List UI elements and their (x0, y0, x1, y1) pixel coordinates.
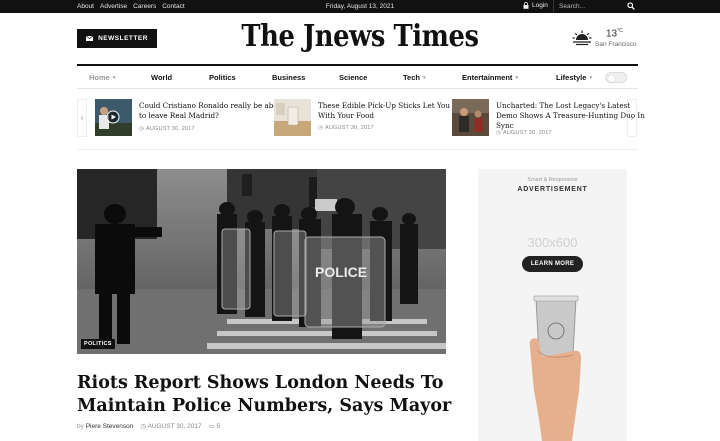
sunset-weather-icon (572, 30, 592, 46)
carousel-prev-button[interactable]: ‹ (77, 99, 87, 137)
nav-label: Lifestyle (556, 73, 587, 82)
nav-label: Science (339, 73, 368, 82)
hero-byline: by Piere Stevenson ◷ AUGUST 30, 2017 ▭ 5 (77, 422, 221, 431)
clock-icon: ◷ (140, 423, 147, 430)
carousel-item-title[interactable]: Uncharted: The Lost Legacy's Latest Demo… (496, 101, 646, 131)
comments-link[interactable]: ▭ 5 (209, 422, 221, 430)
comment-icon: ▭ (208, 423, 215, 430)
hero-date: AUGUST 30, 2017 (147, 423, 202, 430)
top-bar: About Advertise Careers Contact Friday, … (0, 0, 720, 13)
comment-count: 5 (216, 423, 221, 430)
login-label: Login (532, 2, 548, 9)
main-nav: Home ▾ World Politics Business Science Te… (77, 64, 638, 89)
carousel-item-meta: ◷ AUGUST 30, 2017 (318, 125, 374, 131)
toggle-knob (608, 74, 615, 82)
nav-item-home[interactable]: Home ▾ (89, 73, 115, 82)
carousel-item-date: AUGUST 30, 2017 (325, 125, 374, 131)
carousel-item-date: AUGUST 30, 2017 (503, 130, 552, 136)
chevron-down-icon: ▾ (422, 74, 426, 81)
search-icon[interactable] (627, 2, 635, 10)
nav-label: Tech (403, 73, 420, 82)
carousel-item-meta: ◷ AUGUST 30, 2017 (496, 130, 552, 136)
nav-item-lifestyle[interactable]: Lifestyle ▾ (556, 73, 592, 82)
login-link[interactable]: Login (523, 2, 548, 9)
section-divider (77, 149, 638, 150)
chevron-left-icon: ‹ (80, 114, 84, 122)
search-placeholder: Search... (559, 3, 586, 10)
clock-icon: ◷ (318, 125, 323, 131)
search-input[interactable]: Search... (558, 1, 638, 12)
byline-prefix: by (77, 422, 84, 430)
weather-city: San Francisco (595, 41, 637, 48)
carousel-thumbnail[interactable] (95, 99, 132, 136)
carousel-item-title[interactable]: These Edible Pick-Up Sticks Let You Play… (318, 101, 468, 121)
carousel-item[interactable]: Could Cristiano Ronaldo really be about … (95, 99, 285, 139)
carousel-item-meta: ◷ AUGUST 30, 2017 (139, 126, 195, 132)
nav-label: Business (272, 73, 306, 82)
nav-label: World (151, 73, 173, 82)
category-badge[interactable]: POLITICS (81, 339, 115, 349)
carousel-item-title[interactable]: Could Cristiano Ronaldo really be about … (139, 101, 289, 121)
hero-headline[interactable]: Riots Report Shows London Needs To Maint… (77, 372, 457, 418)
nav-item-entertainment[interactable]: Entertainment ▾ (462, 73, 518, 82)
lock-icon (523, 2, 529, 9)
ad-tagline: Smart & Responsive (527, 177, 578, 183)
dark-mode-toggle[interactable] (605, 72, 627, 83)
nav-item-world[interactable]: World (151, 73, 172, 82)
author-link[interactable]: Piere Stevenson (86, 423, 134, 430)
carousel-item-date: AUGUST 30, 2017 (146, 126, 195, 132)
weather-temperature: 13°C (606, 28, 623, 39)
nav-label: Entertainment (462, 73, 513, 82)
nav-item-business[interactable]: Business (272, 73, 305, 82)
nav-item-politics[interactable]: Politics (209, 73, 236, 82)
carousel-thumbnail[interactable] (452, 99, 489, 136)
clock-icon: ◷ (496, 130, 501, 136)
learn-more-button[interactable]: LEARN MORE (522, 256, 583, 272)
chevron-down-icon: ▾ (589, 74, 592, 81)
chevron-down-icon: ▾ (112, 74, 116, 81)
ad-size: 300x600 (527, 235, 578, 250)
nav-item-science[interactable]: Science (339, 73, 367, 82)
hero-image[interactable]: POLICE POLITICS (77, 169, 446, 354)
temperature-unit: °C (617, 28, 623, 34)
carousel-item[interactable]: Uncharted: The Lost Legacy's Latest Demo… (452, 99, 645, 139)
ad-label: ADVERTISEMENT (517, 186, 588, 193)
nav-label: Politics (209, 73, 236, 82)
clock-icon: ◷ (139, 126, 144, 132)
chevron-down-icon: ▾ (515, 74, 518, 81)
advertisement-box[interactable]: Smart & Responsive ADVERTISEMENT 300x600… (478, 169, 627, 441)
nav-item-tech[interactable]: Tech ▾ (403, 73, 425, 82)
temperature-value: 13 (606, 28, 618, 40)
carousel-thumbnail[interactable] (274, 99, 311, 136)
ad-cup-image (529, 295, 582, 441)
nav-label: Home (89, 73, 110, 82)
carousel-item[interactable]: These Edible Pick-Up Sticks Let You Play… (274, 99, 468, 139)
top-bar-divider (553, 0, 554, 13)
